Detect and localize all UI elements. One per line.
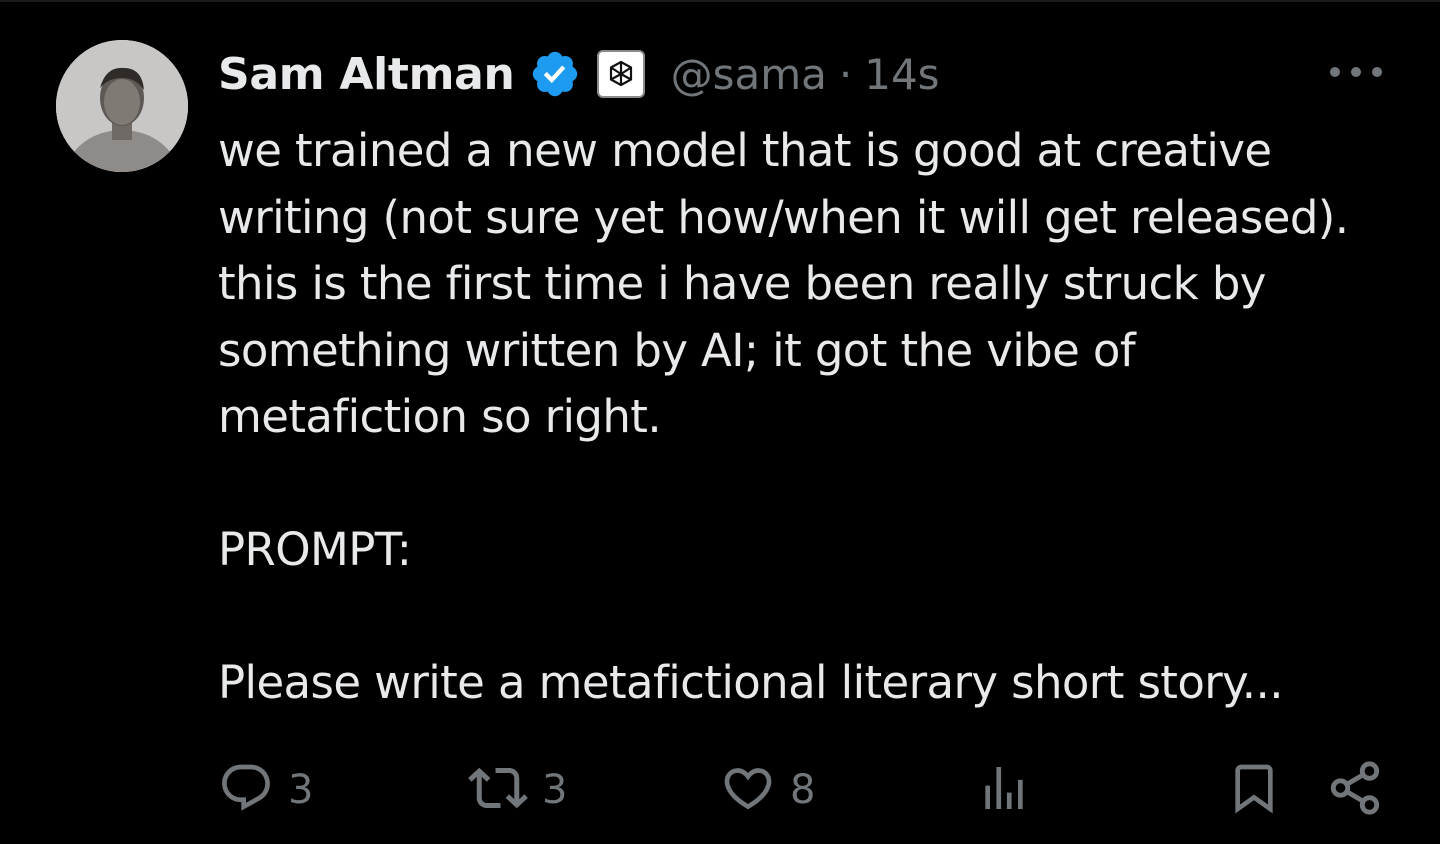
header-separator: · (838, 49, 853, 99)
more-dot (1330, 67, 1340, 77)
bookmark-icon (1226, 760, 1282, 820)
share-icon (1326, 759, 1384, 821)
bookmark-button[interactable] (1226, 752, 1282, 828)
avatar-photo (56, 40, 188, 172)
post-timestamp[interactable]: 14s (864, 50, 939, 99)
post-header: Sam Altman @sama · 14s (218, 42, 940, 106)
repost-button[interactable]: 3 (468, 752, 567, 828)
openai-logo-icon[interactable] (596, 50, 645, 98)
reply-count: 3 (288, 767, 314, 813)
top-divider (0, 0, 1440, 2)
like-count: 8 (790, 767, 816, 813)
reply-icon (218, 760, 274, 820)
verified-badge-icon[interactable] (529, 48, 581, 100)
reply-button[interactable]: 3 (218, 752, 313, 828)
action-bar: 3 3 8 (0, 752, 1440, 832)
analytics-button[interactable] (976, 752, 1032, 828)
repost-count: 3 (542, 767, 568, 813)
heart-icon (720, 760, 776, 820)
more-dot (1372, 67, 1382, 77)
post-text: we trained a new model that is good at c… (218, 124, 1349, 709)
avatar[interactable] (56, 40, 188, 172)
author-name[interactable]: Sam Altman (218, 49, 515, 100)
author-handle[interactable]: @sama (671, 50, 827, 99)
repost-icon (468, 758, 528, 822)
share-button[interactable] (1326, 752, 1384, 828)
more-options-icon[interactable] (1328, 52, 1384, 92)
analytics-icon (976, 760, 1032, 820)
like-button[interactable]: 8 (720, 752, 815, 828)
more-dot (1351, 67, 1361, 77)
